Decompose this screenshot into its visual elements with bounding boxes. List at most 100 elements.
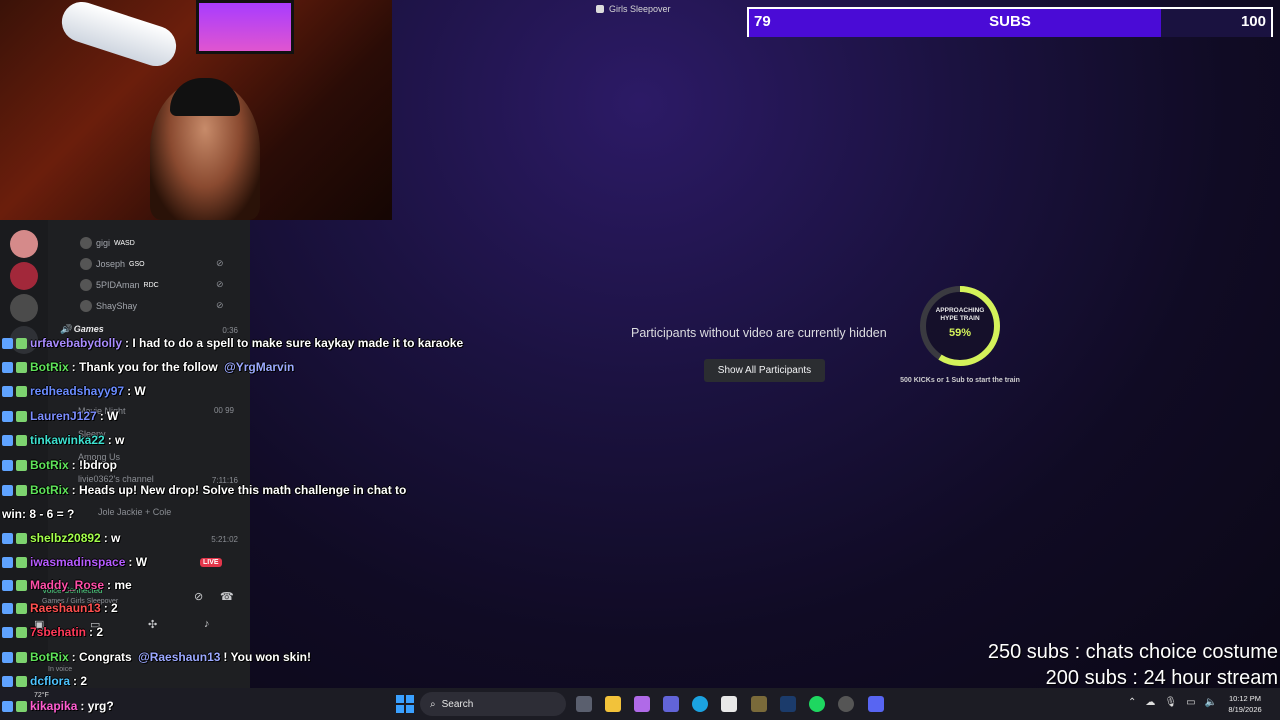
display-icon[interactable]: ▭: [1186, 697, 1195, 708]
chat-badge-icon: [2, 459, 13, 471]
hype-train-percent: 59%: [948, 327, 972, 339]
microphone-icon[interactable]: 🎙: [1164, 697, 1177, 708]
channel-games-time: 0:36: [222, 326, 238, 335]
webcam-feed: [0, 0, 392, 220]
avatar: [80, 300, 92, 312]
discord-icon[interactable]: [868, 696, 884, 712]
voice-user-tag: WASD: [114, 239, 135, 247]
voice-user-tag: RDC: [143, 281, 159, 289]
chat-line: redheadshayy97: W: [2, 384, 146, 398]
cloud-icon[interactable]: ☁: [1145, 697, 1155, 708]
webcam-monitor: [196, 0, 294, 54]
teams-icon[interactable]: [663, 696, 679, 712]
chat-line: 7sbehatin: 2: [2, 625, 103, 639]
windows-logo-tile: [406, 705, 414, 713]
store-icon[interactable]: [721, 696, 737, 712]
show-all-participants-button[interactable]: Show All Participants: [704, 359, 825, 382]
spotify-icon[interactable]: [809, 696, 825, 712]
server-icon[interactable]: [10, 262, 38, 290]
chat-message: : W: [99, 409, 119, 423]
channel-games[interactable]: 🔊 Games: [60, 324, 104, 335]
chat-badge-icon: [16, 651, 27, 663]
clock-date: 8/19/2026: [1228, 705, 1262, 714]
chat-badge-icon: [2, 700, 13, 712]
chat-badge-icon: [2, 337, 13, 349]
discord-app-icon: [596, 5, 604, 13]
chat-message: : w: [103, 531, 121, 545]
copilot-icon[interactable]: [634, 696, 650, 712]
chat-message: : 2: [73, 674, 88, 688]
chat-badge-icon: [2, 484, 13, 496]
voice-user[interactable]: ShayShay: [80, 300, 141, 312]
chat-line: BotRix: Congrats @Raeshaun13! You won sk…: [2, 650, 311, 664]
server-icon[interactable]: [10, 294, 38, 322]
hype-label-line1: APPROACHING: [935, 307, 985, 314]
subs-goal-target: 100: [1240, 13, 1266, 30]
volume-icon[interactable]: 🔈: [1205, 697, 1217, 708]
chat-line: dcflora: 2: [2, 674, 87, 688]
taskbar-chat-line: kikapika : yrg?: [2, 699, 114, 713]
disconnect-icon[interactable]: ☎: [220, 590, 234, 603]
participants-hidden-note: Participants without video are currently…: [631, 326, 887, 340]
chat-badge-icon: [16, 579, 27, 591]
chat-username: urfavebabydolly: [30, 336, 123, 350]
app-icon[interactable]: [751, 696, 767, 712]
chat-badge-icon: [2, 651, 13, 663]
in-voice-label: In voice: [48, 666, 73, 673]
chat-username: 7sbehatin: [30, 625, 87, 639]
channel-games-label: Games: [73, 324, 104, 334]
taskbar-search[interactable]: ⌕ Search: [420, 692, 566, 716]
chat-username: tinkawinka22: [30, 433, 105, 447]
chat-message: : W: [127, 384, 146, 398]
subs-goal-bar: 79 SUBS 100: [747, 7, 1273, 37]
voice-user-tag: GSO: [129, 260, 145, 268]
chat-badge-icon: [2, 626, 13, 638]
chat-username: shelbz20892: [30, 531, 101, 545]
voice-user[interactable]: Joseph GSO: [80, 258, 145, 270]
chevron-up-icon[interactable]: ⌃: [1128, 697, 1136, 708]
muted-icon: ⊘: [216, 279, 224, 289]
chat-message: : yrg?: [80, 699, 114, 713]
start-button[interactable]: [396, 695, 414, 713]
muted-icon: ⊘: [216, 258, 224, 268]
chat-line: shelbz20892: w: [2, 531, 120, 545]
chat-line: Maddy_Rose: me: [2, 578, 132, 592]
soundboard-icon[interactable]: ♪: [204, 618, 210, 630]
chat-badge-icon: [16, 459, 27, 471]
edge-icon[interactable]: [692, 696, 708, 712]
channel-jole[interactable]: Jole Jackie + Cole: [98, 507, 171, 517]
windows-logo-tile: [396, 695, 404, 703]
chat-badge-icon: [16, 602, 27, 614]
webcam-streamer-cap: [170, 78, 240, 116]
server-icon[interactable]: [10, 230, 38, 258]
avatar: [80, 279, 92, 291]
chat-badge-icon: [2, 434, 13, 446]
chat-message: : Heads up! New drop! Solve this math ch…: [71, 483, 407, 497]
voice-user[interactable]: 5PIDAman RDC: [80, 279, 159, 291]
chat-badge-icon: [16, 484, 27, 496]
chat-message-tail: ! You won skin!: [223, 650, 311, 664]
search-icon: ⌕: [430, 698, 436, 710]
avatar: [80, 258, 92, 270]
weather-widget[interactable]: 72°F: [34, 692, 49, 699]
windows-logo-tile: [406, 695, 414, 703]
chat-username: LaurenJ127: [30, 409, 97, 423]
chat-message: : w: [107, 433, 125, 447]
activities-icon[interactable]: ✣: [148, 618, 157, 631]
sub-goal-line-2: 200 subs : 24 hour stream: [1045, 667, 1278, 689]
obs-icon[interactable]: [838, 696, 854, 712]
file-explorer-icon[interactable]: [605, 696, 621, 712]
noise-suppression-icon[interactable]: ⊘: [194, 590, 203, 603]
chat-line: BotRix: Thank you for the follow @YrgMar…: [2, 360, 294, 374]
voice-user[interactable]: gigi WASD: [80, 237, 135, 249]
task-view-icon[interactable]: [576, 696, 592, 712]
taskbar-clock[interactable]: 10:12 PM 8/19/2026: [1220, 693, 1270, 715]
steam-icon[interactable]: [780, 696, 796, 712]
chat-badge-icon: [2, 602, 13, 614]
discord-voice-panel: gigi WASD Joseph GSO ⊘ 5PIDAman RDC ⊘ ShayShay ⊘ …: [0, 220, 250, 688]
chat-message: : 2: [89, 625, 104, 639]
chat-badge-icon: [16, 385, 27, 397]
sub-goal-line-1: 250 subs : chats choice costume: [987, 641, 1278, 663]
clock-time: 10:12 PM: [1228, 694, 1262, 703]
chat-badge-icon: [2, 556, 13, 568]
